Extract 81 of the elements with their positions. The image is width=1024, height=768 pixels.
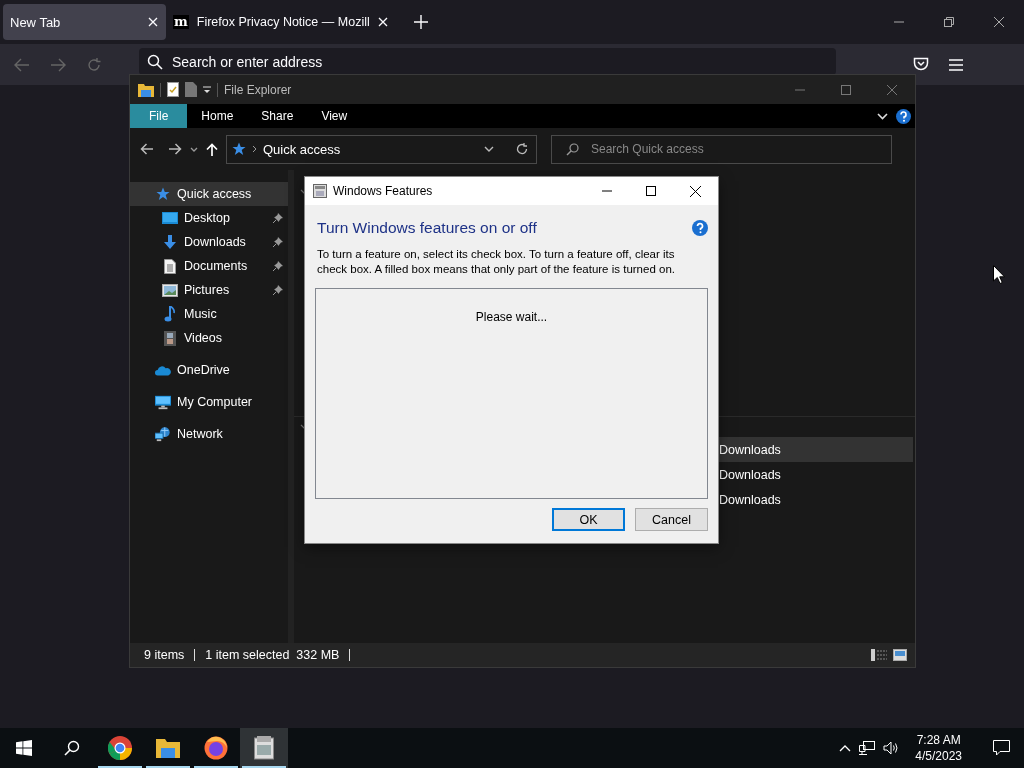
nav-item[interactable]: Music [130, 302, 288, 326]
music-note-icon [164, 306, 176, 322]
search-field[interactable]: Search Quick access [551, 134, 892, 164]
browser-tab[interactable]: New Tab [3, 4, 166, 40]
forward-icon[interactable] [169, 143, 182, 155]
network-icon [155, 426, 171, 442]
close-icon[interactable] [690, 185, 701, 197]
star-icon [232, 142, 246, 156]
window-title: File Explorer [224, 82, 292, 97]
back-icon[interactable] [140, 143, 153, 155]
clock[interactable]: 7:28 AM 4/5/2023 [907, 732, 970, 764]
taskbar-app[interactable] [240, 728, 288, 768]
picture-icon [162, 283, 178, 297]
nav-item[interactable]: Desktop [130, 206, 288, 230]
nav-item[interactable]: Quick access [130, 182, 288, 206]
blank-page-icon[interactable] [185, 82, 197, 97]
chevron-up-icon[interactable] [839, 744, 852, 752]
address-field[interactable]: Search or enter address [139, 48, 836, 75]
reload-icon[interactable] [86, 56, 102, 73]
search-icon[interactable] [64, 740, 80, 756]
nav-item[interactable]: OneDrive [130, 358, 288, 382]
dropdown-icon[interactable] [203, 85, 211, 94]
refresh-icon[interactable] [516, 143, 528, 155]
speaker-icon[interactable] [883, 741, 900, 755]
star-icon [156, 187, 170, 201]
computer-icon [155, 394, 171, 410]
file-row[interactable]: Downloads [719, 487, 913, 512]
document-icon [164, 258, 176, 274]
window-title: Windows Features [333, 184, 433, 198]
cursor-icon [993, 265, 1005, 284]
nav-item[interactable]: Downloads [130, 230, 288, 254]
ribbon-tab[interactable]: View [307, 104, 362, 128]
file-row[interactable]: Downloads [719, 437, 913, 462]
film-icon [164, 330, 176, 346]
network-icon[interactable] [859, 741, 876, 755]
down-arrow-icon [163, 234, 177, 250]
dialog-button[interactable]: OK [552, 508, 625, 531]
nav-item[interactable]: Pictures [130, 278, 288, 302]
chevron-right-icon [252, 145, 257, 153]
new-tab-icon[interactable] [413, 15, 428, 29]
maximize-icon[interactable] [646, 185, 656, 196]
folder-icon[interactable] [138, 82, 154, 97]
chrome-icon [108, 736, 132, 760]
help-icon[interactable] [896, 108, 911, 124]
file-row[interactable]: Downloads [719, 462, 913, 487]
dialog-heading: Turn Windows features on or off [317, 219, 537, 237]
site-logo: m [173, 15, 189, 29]
nav-item[interactable]: Documents [130, 254, 288, 278]
ribbon-tab[interactable]: Share [247, 104, 308, 128]
windows-logo-icon[interactable] [16, 740, 32, 756]
dialog-button[interactable]: Cancel [635, 508, 708, 531]
up-arrow-icon[interactable] [206, 142, 218, 156]
cloud-icon [155, 364, 171, 376]
status-text: 9 items [144, 648, 185, 662]
nav-item[interactable]: Videos [130, 326, 288, 350]
app-icon [254, 736, 274, 760]
status-text: 1 item selected 332 MB [205, 648, 340, 662]
chevron-down-icon[interactable] [484, 146, 494, 152]
ribbon-tab[interactable]: File [130, 104, 188, 128]
instruction-text: To turn a feature on, select its check box. To turn a feature off, clear its check box. A filled box means that only part of the feature is turned on. [317, 247, 676, 277]
search-icon [566, 142, 579, 156]
restore-icon[interactable] [944, 17, 954, 27]
menu-icon[interactable] [949, 58, 963, 71]
folder-icon [156, 738, 180, 758]
monitor-icon [162, 211, 178, 225]
notification-icon[interactable] [992, 740, 1010, 756]
address-field[interactable]: Quick access [226, 134, 537, 164]
ribbon-tab[interactable]: Home [187, 104, 248, 128]
thumbnail-view-icon[interactable] [893, 649, 907, 661]
nav-item[interactable]: Network [130, 422, 288, 446]
checklist-icon[interactable] [167, 82, 179, 97]
feature-list[interactable]: Please wait... [315, 288, 708, 499]
details-view-icon[interactable] [871, 649, 887, 661]
app-icon [313, 184, 327, 198]
firefox-icon [204, 736, 228, 760]
close-icon[interactable] [994, 17, 1004, 27]
search-icon [147, 53, 163, 70]
pocket-icon[interactable] [913, 57, 929, 72]
browser-tab[interactable]: m Firefox Privacy Notice — Mozill [166, 4, 396, 40]
chevron-down-icon[interactable] [190, 146, 198, 152]
nav-item[interactable]: My Computer [130, 390, 288, 414]
